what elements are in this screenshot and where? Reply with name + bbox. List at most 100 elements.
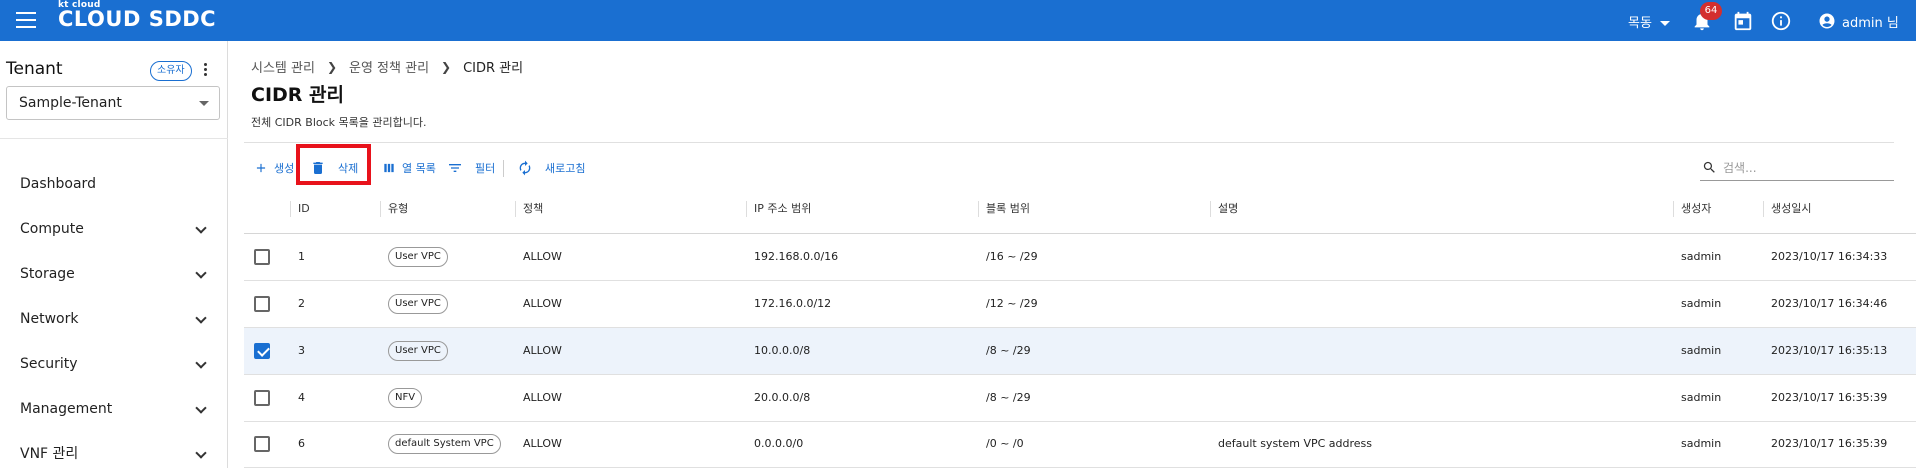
refresh-button[interactable]: 새로고침: [517, 158, 585, 178]
chevron-down-icon: [195, 312, 207, 324]
cell-ip-range: 0.0.0.0/0: [754, 437, 804, 450]
row-checkbox[interactable]: [254, 436, 270, 452]
cell-creator: sadmin: [1681, 344, 1722, 357]
sidebar-item-dashboard[interactable]: Dashboard: [0, 164, 227, 204]
table-row-selected[interactable]: 3 User VPC ALLOW 10.0.0.0/8 /8 ~ /29 sad…: [244, 328, 1916, 375]
columns-label: 열 목록: [402, 162, 436, 175]
search-icon: [1703, 161, 1715, 173]
table-row[interactable]: 4 NFV ALLOW 20.0.0.0/8 /8 ~ /29 sadmin 2…: [244, 375, 1916, 422]
column-header-block-range[interactable]: 블록 범위: [986, 199, 1030, 219]
cell-creator: sadmin: [1681, 297, 1722, 310]
sidebar-item-label: Security: [20, 356, 78, 372]
cell-id: 1: [298, 250, 305, 263]
tenant-select[interactable]: Sample-Tenant: [6, 86, 220, 120]
cell-created-at: 2023/10/17 16:34:46: [1771, 297, 1888, 310]
page-title: CIDR 관리: [251, 84, 344, 106]
menu-icon[interactable]: [16, 12, 36, 28]
caret-down-icon: [1659, 21, 1670, 26]
column-divider: [1763, 201, 1764, 217]
column-header-description[interactable]: 설명: [1218, 199, 1238, 219]
table-row[interactable]: 1 User VPC ALLOW 192.168.0.0/16 /16 ~ /2…: [244, 234, 1916, 281]
divider: [0, 138, 228, 139]
create-button[interactable]: 생성: [254, 158, 294, 178]
calendar-icon[interactable]: [1732, 10, 1754, 32]
cell-policy: ALLOW: [523, 437, 562, 450]
cell-id: 6: [298, 437, 305, 450]
column-divider: [1210, 201, 1211, 217]
refresh-label: 새로고침: [545, 162, 586, 175]
row-checkbox[interactable]: [254, 390, 270, 406]
cell-description: default system VPC address: [1218, 437, 1373, 450]
sidebar-item-label: Storage: [20, 266, 75, 282]
column-header-type[interactable]: 유형: [388, 199, 408, 219]
breadcrumb: 시스템 관리 ❯ 운영 정책 관리 ❯ CIDR 관리: [251, 57, 524, 77]
language-label: 목동: [1628, 16, 1652, 31]
sidebar-item-management[interactable]: Management: [0, 389, 227, 429]
sidebar-item-label: Dashboard: [20, 176, 96, 192]
divider: [244, 142, 1894, 143]
sidebar-item-security[interactable]: Security: [0, 344, 227, 384]
column-divider: [978, 201, 979, 217]
breadcrumb-current: CIDR 관리: [463, 61, 524, 76]
sidebar-item-compute[interactable]: Compute: [0, 209, 227, 249]
chevron-right-icon: ❯: [326, 59, 337, 74]
chevron-down-icon: [195, 222, 207, 234]
cell-block-range: /8 ~ /29: [986, 391, 1031, 404]
column-header-ip-range[interactable]: IP 주소 범위: [754, 199, 811, 219]
column-divider: [290, 201, 291, 217]
view-column-icon: [384, 163, 394, 173]
row-checkbox-checked[interactable]: [254, 343, 270, 359]
cell-ip-range: 172.16.0.0/12: [754, 297, 832, 310]
cell-policy: ALLOW: [523, 297, 562, 310]
column-header-created-at[interactable]: 생성일시: [1771, 199, 1811, 219]
sidebar-item-vnf[interactable]: VNF 관리: [0, 434, 227, 468]
more-vert-icon[interactable]: [200, 61, 210, 79]
create-label: 생성: [274, 162, 295, 175]
sidebar-item-label: Compute: [20, 221, 84, 237]
row-checkbox[interactable]: [254, 249, 270, 265]
cell-block-range: /16 ~ /29: [986, 250, 1038, 263]
cell-creator: sadmin: [1681, 437, 1722, 450]
sidebar-item-storage[interactable]: Storage: [0, 254, 227, 294]
language-selector[interactable]: 목동: [1628, 12, 1670, 31]
cell-creator: sadmin: [1681, 250, 1722, 263]
cell-ip-range: 192.168.0.0/16: [754, 250, 839, 263]
breadcrumb-item[interactable]: 시스템 관리: [251, 57, 315, 76]
page-description: 전체 CIDR Block 목록을 관리합니다.: [251, 116, 427, 129]
row-checkbox[interactable]: [254, 296, 270, 312]
sidebar-item-network[interactable]: Network: [0, 299, 227, 339]
owner-badge[interactable]: 소유자: [150, 61, 192, 81]
user-label: admin 님: [1842, 15, 1899, 31]
breadcrumb-item[interactable]: 운영 정책 관리: [349, 57, 429, 76]
cell-creator: sadmin: [1681, 391, 1722, 404]
chevron-down-icon: [195, 402, 207, 414]
user-menu[interactable]: admin 님: [1818, 10, 1899, 32]
filter-label: 필터: [475, 162, 496, 175]
cell-block-range: /8 ~ /29: [986, 344, 1031, 357]
column-header-policy[interactable]: 정책: [523, 199, 543, 219]
table-row[interactable]: 2 User VPC ALLOW 172.16.0.0/12 /12 ~ /29…: [244, 281, 1916, 328]
sidebar: Tenant 소유자 Sample-Tenant Dashboard Compu…: [0, 41, 228, 468]
info-icon[interactable]: [1770, 10, 1792, 32]
cell-ip-range: 20.0.0.0/8: [754, 391, 811, 404]
columns-button[interactable]: 열 목록: [382, 158, 436, 178]
refresh-icon: [519, 160, 531, 176]
logo-text: CLOUD SDDC: [58, 7, 217, 31]
chevron-down-icon: [195, 267, 207, 279]
cell-id: 2: [298, 297, 305, 310]
column-divider: [380, 201, 381, 217]
filter-button[interactable]: 필터: [447, 158, 495, 178]
search-input[interactable]: [1723, 160, 1883, 175]
column-divider: [515, 201, 516, 217]
cell-created-at: 2023/10/17 16:35:13: [1771, 344, 1888, 357]
toolbar-divider: [503, 160, 504, 177]
column-header-id[interactable]: ID: [298, 199, 310, 219]
filter-icon: [449, 164, 461, 172]
plus-icon: [256, 163, 266, 173]
column-header-creator[interactable]: 생성자: [1681, 199, 1711, 219]
notification-badge: 64: [1700, 2, 1722, 20]
logo[interactable]: kt cloud CLOUD SDDC: [58, 1, 216, 30]
cell-id: 3: [298, 344, 305, 357]
table-row[interactable]: 6 default System VPC ALLOW 0.0.0.0/0 /0 …: [244, 421, 1916, 468]
type-chip: default System VPC: [388, 434, 501, 454]
